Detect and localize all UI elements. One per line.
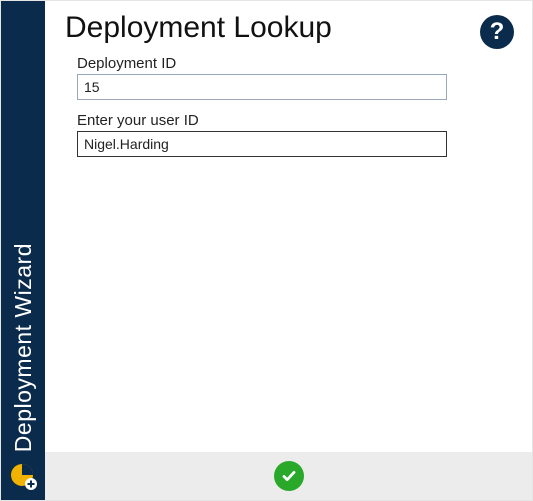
footer-bar xyxy=(45,452,532,500)
user-id-block: Enter your user ID xyxy=(77,112,512,157)
deployment-id-input[interactable] xyxy=(77,74,447,100)
help-button[interactable]: ? xyxy=(480,15,514,49)
content-area: ? Deployment Lookup Deployment ID Enter … xyxy=(45,1,532,452)
sidebar: Deployment Wizard xyxy=(1,1,45,500)
main-panel: ? Deployment Lookup Deployment ID Enter … xyxy=(45,1,532,500)
sidebar-title: Deployment Wizard xyxy=(10,243,37,452)
app-logo-icon xyxy=(9,462,37,490)
checkmark-icon xyxy=(278,465,300,487)
confirm-button[interactable] xyxy=(274,461,304,491)
deployment-id-label: Deployment ID xyxy=(77,55,512,72)
help-icon: ? xyxy=(490,18,505,46)
user-id-input[interactable] xyxy=(77,131,447,157)
page-title: Deployment Lookup xyxy=(65,11,512,45)
deployment-id-block: Deployment ID xyxy=(77,55,512,100)
app-window: Deployment Wizard ? Deployment Lookup De… xyxy=(0,0,533,501)
user-id-label: Enter your user ID xyxy=(77,112,512,129)
